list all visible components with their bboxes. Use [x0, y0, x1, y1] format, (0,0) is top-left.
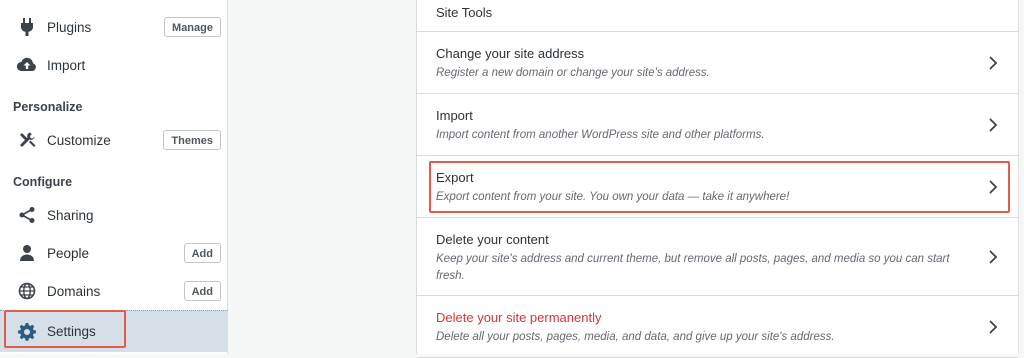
- sidebar-item-label: People: [47, 245, 90, 261]
- chevron-right-icon: [989, 250, 998, 264]
- add-domain-button[interactable]: Add: [183, 281, 221, 301]
- person-icon: [17, 243, 37, 263]
- panel-heading: Site Tools: [417, 0, 1018, 32]
- export-highlight-box: [429, 161, 1010, 213]
- cloud-upload-icon: [17, 55, 37, 75]
- sidebar-item-label: Customize: [47, 132, 111, 148]
- row-delete-content[interactable]: Delete your content Keep your site's add…: [417, 218, 1018, 296]
- add-people-button[interactable]: Add: [183, 243, 221, 263]
- chevron-right-icon: [989, 118, 998, 132]
- sidebar-item-label: Sharing: [47, 207, 94, 223]
- row-description: Delete all your posts, pages, media, and…: [436, 331, 835, 343]
- sidebar-item-people[interactable]: People Add: [0, 234, 228, 272]
- row-delete-site[interactable]: Delete your site permanently Delete all …: [417, 296, 1018, 358]
- site-tools-panel: Site Tools Change your site address Regi…: [416, 0, 1019, 358]
- chevron-right-icon: [989, 56, 998, 70]
- row-title: Change your site address: [436, 46, 585, 61]
- globe-icon: [17, 281, 37, 301]
- row-title: Import: [436, 108, 473, 123]
- row-description: Register a new domain or change your sit…: [436, 67, 710, 79]
- section-heading-configure: Configure: [13, 175, 73, 189]
- sidebar-item-import[interactable]: Import: [0, 46, 228, 84]
- settings-highlight-box: [4, 310, 126, 348]
- tools-icon: [17, 130, 37, 150]
- sidebar-item-plugins[interactable]: Plugins Manage: [0, 8, 228, 46]
- sidebar: Plugins Manage Import Personalize Custom…: [0, 0, 228, 354]
- row-change-site-address[interactable]: Change your site address Register a new …: [417, 32, 1018, 94]
- row-import[interactable]: Import Import content from another WordP…: [417, 94, 1018, 156]
- sidebar-item-domains[interactable]: Domains Add: [0, 272, 228, 310]
- plug-icon: [17, 17, 37, 37]
- sidebar-item-sharing[interactable]: Sharing: [0, 196, 228, 234]
- manage-plugins-button[interactable]: Manage: [164, 17, 221, 37]
- row-title: Delete your content: [436, 232, 549, 247]
- row-title: Delete your site permanently: [436, 310, 602, 325]
- row-description: Keep your site's address and current the…: [436, 253, 950, 282]
- share-icon: [17, 205, 37, 225]
- sidebar-item-label: Plugins: [47, 19, 92, 35]
- sidebar-item-label: Import: [47, 57, 86, 73]
- sidebar-item-label: Domains: [47, 283, 101, 299]
- section-heading-personalize: Personalize: [13, 100, 83, 114]
- themes-button[interactable]: Themes: [163, 130, 221, 150]
- sidebar-item-customize[interactable]: Customize Themes: [0, 121, 228, 159]
- row-description: Import content from another WordPress si…: [436, 129, 765, 141]
- chevron-right-icon: [989, 320, 998, 334]
